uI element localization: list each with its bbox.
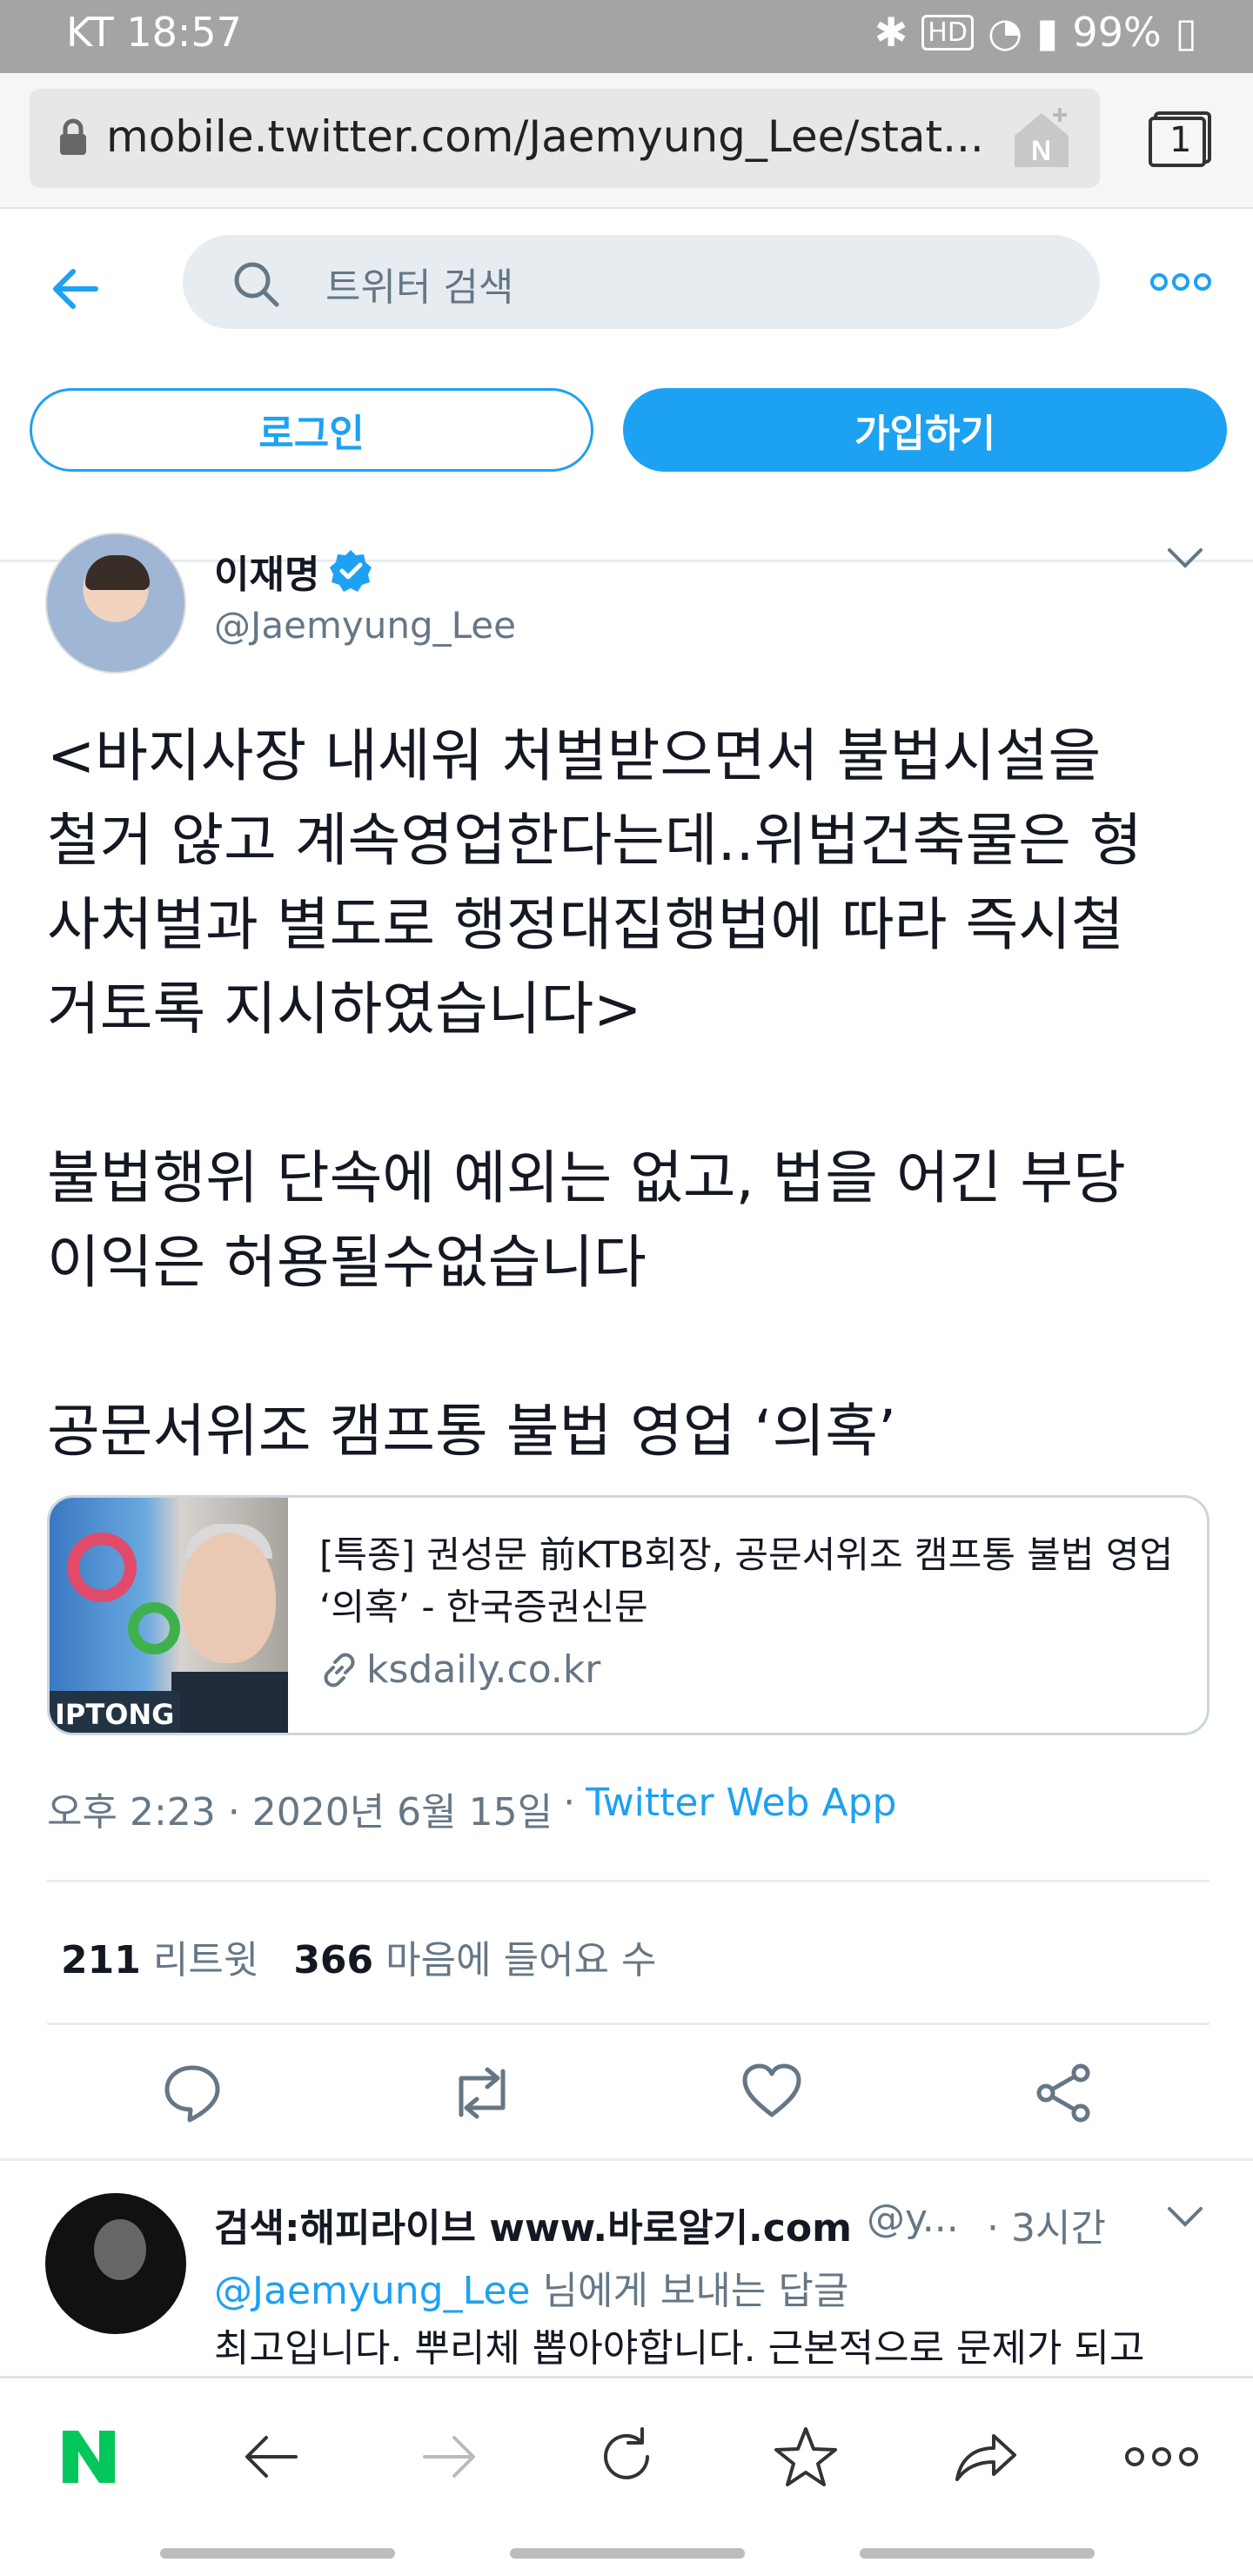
- naver-home-add-icon[interactable]: N: [1008, 104, 1075, 172]
- reply-to-line: @Jaemyung_Lee 님에게 보내는 답글: [214, 2259, 848, 2315]
- share-arrow-icon[interactable]: [952, 2425, 1018, 2488]
- tweet-timestamp[interactable]: 오후 2:23 · 2020년 6월 15일: [47, 1781, 553, 1836]
- bluetooth-icon: ✱: [874, 9, 908, 56]
- back-arrow-icon[interactable]: [49, 263, 101, 315]
- back-icon[interactable]: [240, 2425, 303, 2488]
- wifi-icon: ◔: [987, 9, 1023, 56]
- likes-count: 366: [293, 1938, 374, 1982]
- signal-icon: ▮: [1036, 9, 1059, 56]
- url-text: mobile.twitter.com/Jaemyung_Lee/stat...: [106, 111, 984, 162]
- refresh-icon[interactable]: [595, 2425, 658, 2488]
- forward-icon[interactable]: [418, 2425, 480, 2488]
- reply-author-handle[interactable]: @y...: [867, 2197, 959, 2241]
- naver-home-icon[interactable]: [57, 2425, 120, 2488]
- divider: [47, 1880, 1209, 1882]
- tweet-actions: [0, 2063, 1253, 2132]
- status-bar: KT 18:57 ✱ HD ◔ ▮ 99% ▯: [0, 0, 1253, 73]
- tabs-button[interactable]: 1: [1147, 110, 1213, 169]
- carrier-time: KT 18:57: [66, 9, 242, 56]
- card-domain-row: ksdaily.co.kr: [319, 1647, 600, 1692]
- search-input[interactable]: 트위터 검색: [183, 235, 1100, 329]
- tweet-text: <바지사장 내세워 처벌받으면서 불법시설을 철거 않고 계속영업한다는데..위…: [47, 722, 1142, 1465]
- battery-level: 99%: [1072, 9, 1162, 56]
- battery-icon: ▯: [1175, 9, 1197, 56]
- tab-count: 1: [1169, 120, 1192, 160]
- card-domain: ksdaily.co.kr: [366, 1647, 601, 1692]
- search-icon: [234, 262, 279, 307]
- share-icon[interactable]: [1034, 2063, 1095, 2123]
- nav-pill[interactable]: [860, 2548, 1095, 2559]
- retweets-count: 211: [61, 1938, 141, 1982]
- likes-label: 마음에 들어요 수: [385, 1938, 657, 1982]
- address-field[interactable]: mobile.twitter.com/Jaemyung_Lee/stat... …: [30, 89, 1100, 188]
- author-handle[interactable]: @Jaemyung_Lee: [214, 604, 516, 647]
- reply-avatar[interactable]: [45, 2193, 186, 2334]
- nav-pill[interactable]: [160, 2548, 395, 2559]
- likes-stat[interactable]: 366 마음에 들어요 수: [293, 1929, 656, 1984]
- reply-author-name[interactable]: 검색:해피라이브 www.바로알기.com: [214, 2197, 852, 2252]
- link-card[interactable]: IPTONG [특종] 권성문 前KTB회장, 공문서위조 캠프통 불법 영업 …: [47, 1495, 1209, 1735]
- tweet-stats: 211 리트윗 366 마음에 들어요 수: [61, 1929, 657, 1984]
- tweet-meta: 오후 2:23 · 2020년 6월 15일 · Twitter Web App: [47, 1781, 896, 1836]
- login-button[interactable]: 로그인: [30, 388, 593, 472]
- reply-icon[interactable]: [162, 2063, 223, 2123]
- author-name: 이재명: [214, 553, 320, 597]
- divider: [47, 2023, 1209, 2025]
- status-icons: ✱ HD ◔ ▮ 99% ▯: [874, 9, 1197, 56]
- signup-button[interactable]: 가입하기: [623, 388, 1227, 472]
- link-icon: [324, 1653, 355, 1687]
- chevron-down-icon[interactable]: [1166, 2205, 1204, 2230]
- like-heart-icon[interactable]: [741, 2063, 802, 2118]
- hd-icon: HD: [921, 14, 974, 50]
- card-thumbnail: IPTONG: [50, 1498, 288, 1733]
- reply-to-handle[interactable]: @Jaemyung_Lee: [214, 2269, 531, 2313]
- twitter-header: 트위터 검색 로그인 가입하기: [0, 209, 1253, 562]
- menu-more-icon[interactable]: [1122, 2425, 1201, 2488]
- nav-pill[interactable]: [510, 2548, 745, 2559]
- author-avatar[interactable]: [45, 533, 186, 674]
- search-placeholder: 트위터 검색: [325, 265, 514, 310]
- chevron-down-icon[interactable]: [1166, 547, 1204, 571]
- browser-bottom-toolbar: [0, 2376, 1253, 2532]
- verified-badge-icon: [330, 550, 372, 592]
- retweets-stat[interactable]: 211 리트윗: [61, 1929, 258, 1984]
- divider: [0, 2158, 1253, 2161]
- reply-time: · 3시간: [987, 2206, 1106, 2251]
- thumbnail-brand: IPTONG: [50, 1691, 180, 1733]
- card-title: [특종] 권성문 前KTB회장, 공문서위조 캠프통 불법 영업 ‘의혹’ - …: [319, 1533, 1174, 1628]
- lock-icon: [60, 118, 86, 155]
- system-nav-bar: [0, 2532, 1253, 2576]
- reply-to-suffix: 님에게 보내는 답글: [530, 2269, 849, 2313]
- retweets-label: 리트윗: [152, 1938, 259, 1982]
- author-name-row[interactable]: 이재명: [214, 543, 373, 599]
- browser-url-bar: mobile.twitter.com/Jaemyung_Lee/stat... …: [0, 73, 1253, 209]
- retweet-icon[interactable]: [449, 2063, 515, 2123]
- bookmark-star-icon[interactable]: [773, 2425, 839, 2488]
- reply-text: 최고입니다. 뿌리체 뽑아야합니다. 근본적으로 문제가 되고: [214, 2326, 1145, 2371]
- svg-text:N: N: [1031, 135, 1051, 166]
- meta-separator: ·: [563, 1781, 576, 1825]
- more-options-icon[interactable]: [1150, 272, 1211, 292]
- tweet-source-app[interactable]: Twitter Web App: [586, 1781, 896, 1836]
